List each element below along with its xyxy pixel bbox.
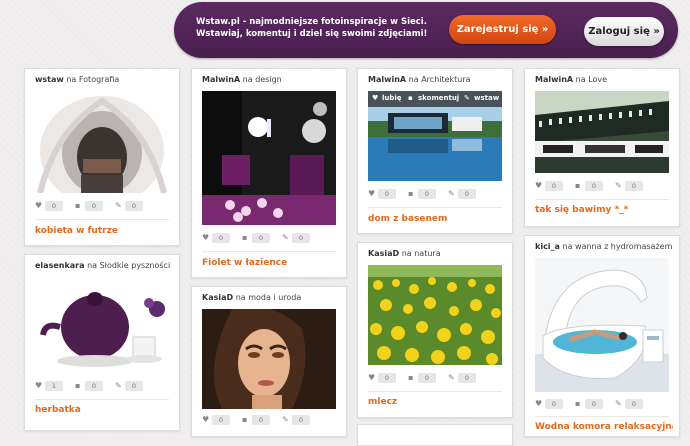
- heart-icon: ♥: [35, 201, 43, 210]
- pin-icon: ✎: [464, 94, 470, 102]
- card-board-link[interactable]: design: [255, 75, 282, 84]
- pin-icon: ✎: [282, 233, 289, 242]
- pin-card[interactable]: elasenkara na Słodkie pyszności ♥ 1 ▪ 0 ✎ 0…: [24, 254, 180, 431]
- pin-icon: ✎: [615, 399, 622, 408]
- heart-icon: ♥: [535, 181, 543, 190]
- card-photo[interactable]: [368, 265, 502, 365]
- banner-text: Wstaw.pl - najmodniejsze fotoinspiracje …: [196, 17, 428, 39]
- heart-icon: ♥: [202, 233, 210, 242]
- pin-icon: ✎: [282, 415, 289, 424]
- card-header: MalwinA na design: [202, 75, 282, 84]
- card-header: MalwinA na Architektura: [368, 75, 471, 84]
- card-board-link[interactable]: moda i uroda: [248, 293, 301, 302]
- card-caption[interactable]: dom z basenem: [368, 214, 506, 224]
- card-photo[interactable]: [535, 258, 669, 392]
- card-header: wstaw na Fotografia: [35, 75, 120, 84]
- divider: [535, 199, 669, 200]
- card-board-link[interactable]: Słodkie pyszności: [100, 261, 171, 270]
- heart-icon: ♥: [35, 381, 43, 390]
- pin-icon: ✎: [115, 201, 122, 210]
- pin-card[interactable]: MalwinA na Architektura ♥ lubię ▪ skomen…: [357, 68, 513, 234]
- photo-action-bar: ♥ lubię ▪ skomentuj ✎ wstaw: [368, 91, 502, 107]
- divider: [35, 219, 169, 220]
- divider: [368, 391, 502, 392]
- divider: [535, 416, 669, 417]
- pin-card[interactable]: KasiaD na natura ♥ 0 ▪ 0 ✎ 0 mlecz: [357, 242, 513, 418]
- card-board-link[interactable]: wanna z hydromasażem: [575, 242, 672, 251]
- card-photo[interactable]: [202, 309, 336, 409]
- card-photo[interactable]: [535, 91, 669, 173]
- card-caption[interactable]: Fiolet w łazience: [202, 258, 340, 268]
- comment-icon: ▪: [75, 381, 81, 390]
- pin-card[interactable]: [357, 424, 513, 446]
- card-caption[interactable]: herbatka: [35, 405, 173, 415]
- card-board-link[interactable]: Fotografia: [79, 75, 119, 84]
- card-header: KasiaD na natura: [368, 249, 441, 258]
- login-button[interactable]: Zaloguj się »: [584, 17, 664, 46]
- top-banner: Wstaw.pl - najmodniejsze fotoinspiracje …: [174, 2, 678, 58]
- comment-icon: ▪: [575, 181, 581, 190]
- card-user-link[interactable]: MalwinA: [368, 75, 406, 84]
- divider: [368, 207, 502, 208]
- register-button[interactable]: Zarejestruj się »: [449, 15, 556, 44]
- heart-icon: ♥: [368, 373, 376, 382]
- card-caption[interactable]: Wodna komora relaksacyjna: [535, 422, 673, 432]
- pin-card[interactable]: KasiaD na moda i uroda ♥ 0 ▪ 0 ✎ 0: [191, 286, 347, 437]
- comment-icon: ▪: [242, 415, 248, 424]
- comment-icon: ▪: [408, 373, 414, 382]
- card-header: kici_a na wanna z hydromasażem: [535, 242, 673, 251]
- like-action[interactable]: lubię: [382, 94, 402, 102]
- comment-icon: ▪: [575, 399, 581, 408]
- insert-action[interactable]: wstaw: [474, 94, 499, 102]
- card-user-link[interactable]: KasiaD: [368, 249, 399, 258]
- card-user-link[interactable]: kici_a: [535, 242, 560, 251]
- card-board-link[interactable]: Architektura: [421, 75, 470, 84]
- comment-icon: ▪: [75, 201, 81, 210]
- card-user-link[interactable]: KasiaD: [202, 293, 233, 302]
- card-header: KasiaD na moda i uroda: [202, 293, 302, 302]
- card-header: MalwinA na Love: [535, 75, 608, 84]
- pin-card[interactable]: wstaw na Fotografia ♥ 0 ▪ 0 ✎ 0 kobieta w f…: [24, 68, 180, 246]
- heart-icon: ♥: [202, 415, 210, 424]
- card-user-link[interactable]: MalwinA: [535, 75, 573, 84]
- card-photo[interactable]: [35, 91, 169, 193]
- card-photo[interactable]: ♥ lubię ▪ skomentuj ✎ wstaw: [368, 91, 502, 181]
- pin-icon: ✎: [115, 381, 122, 390]
- card-user-link[interactable]: elasenkara: [35, 261, 85, 270]
- card-user-link[interactable]: wstaw: [35, 75, 64, 84]
- pin-icon: ✎: [448, 373, 455, 382]
- comment-icon: ▪: [408, 189, 414, 198]
- card-board-link[interactable]: Love: [588, 75, 607, 84]
- card-photo[interactable]: [202, 91, 336, 225]
- pin-card[interactable]: MalwinA na Love ♥ 0 ▪ 0 ✎ 0 tak się bawimy …: [524, 68, 680, 227]
- comment-icon: ▪: [408, 94, 413, 102]
- divider: [202, 251, 336, 252]
- pin-card[interactable]: kici_a na wanna z hydromasażem ♥ 0 ▪ 0 ✎ 0 …: [524, 235, 680, 437]
- card-caption[interactable]: mlecz: [368, 397, 506, 407]
- pin-icon: ✎: [615, 181, 622, 190]
- comment-icon: ▪: [242, 233, 248, 242]
- card-header: elasenkara na Słodkie pyszności: [35, 261, 171, 270]
- card-board-link[interactable]: natura: [414, 249, 440, 258]
- card-user-link[interactable]: MalwinA: [202, 75, 240, 84]
- heart-icon: ♥: [372, 94, 379, 102]
- card-caption[interactable]: kobieta w futrze: [35, 226, 173, 236]
- heart-icon: ♥: [535, 399, 543, 408]
- card-caption[interactable]: tak się bawimy *_*: [535, 205, 673, 215]
- divider: [35, 399, 169, 400]
- pin-card[interactable]: MalwinA na design ♥ 0 ▪ 0 ✎ 0 Fiolet w łazi…: [191, 68, 347, 278]
- card-photo[interactable]: [35, 277, 169, 373]
- heart-icon: ♥: [368, 189, 376, 198]
- comment-action[interactable]: skomentuj: [418, 94, 459, 102]
- pin-icon: ✎: [448, 189, 455, 198]
